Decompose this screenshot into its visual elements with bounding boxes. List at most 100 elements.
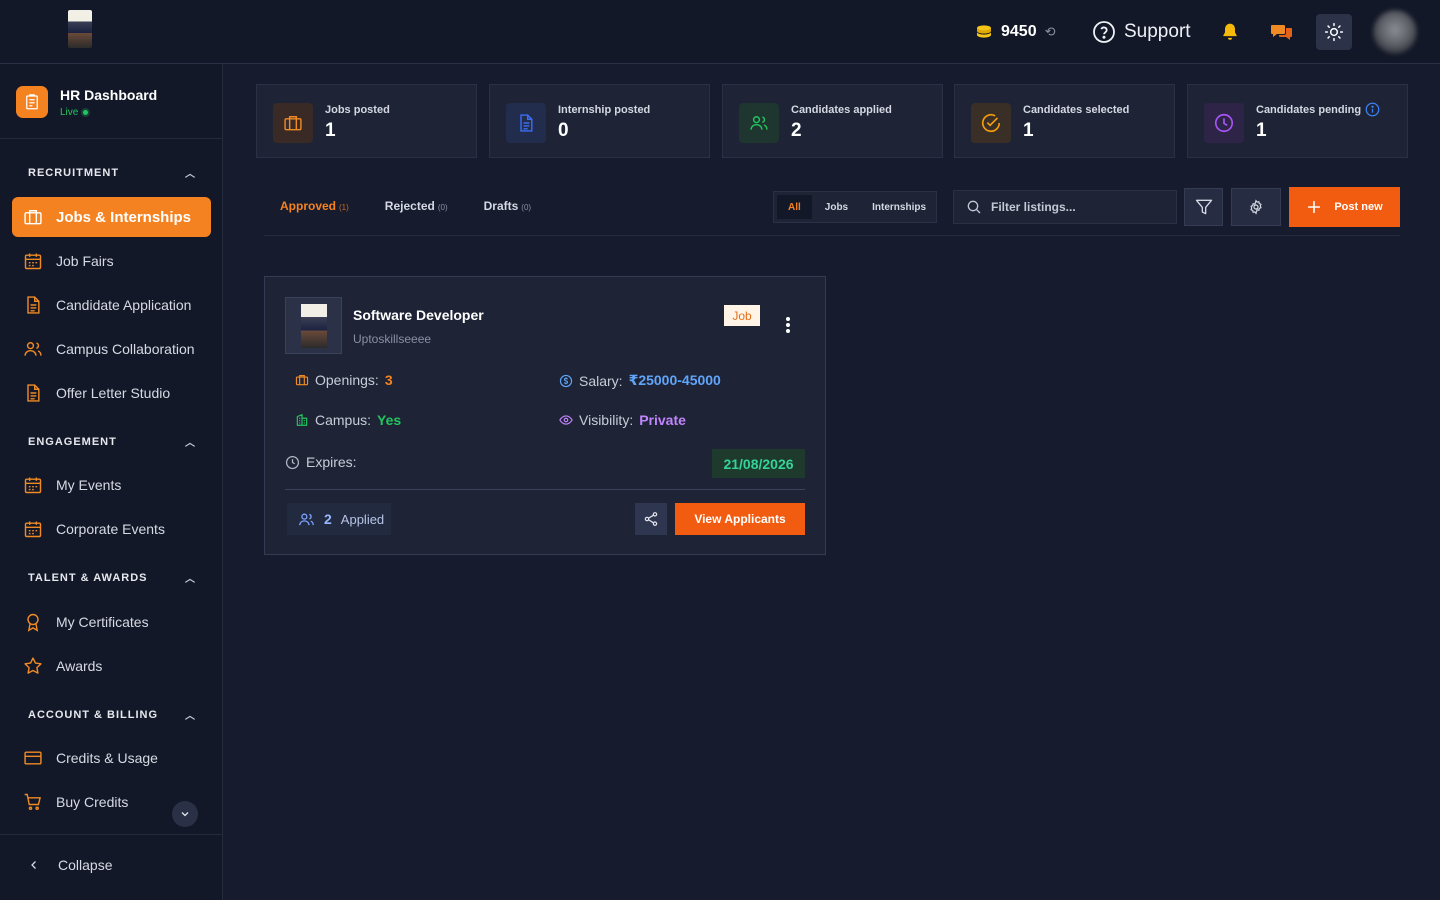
plus-icon [1308, 200, 1321, 214]
stat-label: Candidates pending [1256, 104, 1362, 116]
tab-approved[interactable]: Approved (1) [280, 199, 349, 213]
section-engagement[interactable]: ENGAGEMENT ︿ [28, 434, 196, 450]
certificate-icon [27, 613, 39, 632]
type-filter-jobs[interactable]: Jobs [814, 195, 859, 219]
listing-type-badge: Job [724, 305, 760, 326]
company-logo[interactable] [68, 10, 92, 48]
stat-label: Candidates selected [1023, 104, 1130, 116]
eye-icon [559, 415, 573, 425]
visibility-value: Private [639, 412, 686, 428]
top-bar: 9450 ⟲ Support [0, 0, 1440, 64]
stat-label: Internship posted [558, 104, 651, 116]
chevron-left-icon [31, 861, 36, 869]
stat-value: 1 [1023, 120, 1034, 141]
dashboard-brand: HR Dashboard Live [16, 86, 157, 118]
coins-icon [977, 25, 991, 38]
openings-field: Openings: 3 [295, 372, 393, 388]
collapse-sidebar-button[interactable]: Collapse [28, 857, 112, 873]
chevron-up-icon: ︿ [185, 438, 196, 449]
kebab-menu-icon [786, 317, 790, 333]
visibility-field: Visibility: Private [559, 412, 686, 428]
dollar-icon [559, 374, 573, 387]
campus-value: Yes [377, 412, 402, 428]
listing-title[interactable]: Software Developer [353, 307, 484, 323]
chat-icon [1271, 25, 1292, 40]
sidebar-item-my-events[interactable]: My Events [12, 465, 211, 505]
share-button[interactable] [635, 503, 667, 535]
briefcase-icon [24, 210, 42, 225]
search-input[interactable] [991, 200, 1161, 214]
notifications-button[interactable] [1218, 20, 1242, 44]
user-avatar[interactable] [1373, 10, 1417, 54]
settings-button[interactable] [1231, 188, 1281, 226]
sidebar-item-offer-letter-studio[interactable]: Offer Letter Studio [12, 373, 211, 413]
credit-card-icon [24, 751, 42, 765]
tab-drafts[interactable]: Drafts (0) [484, 199, 531, 213]
support-label: Support [1124, 21, 1191, 42]
brand-title: HR Dashboard [60, 87, 158, 103]
listing-thumbnail [285, 297, 342, 354]
applied-count-button[interactable]: 2 Applied [287, 503, 391, 535]
theme-toggle[interactable] [1316, 14, 1352, 50]
section-recruitment[interactable]: RECRUITMENT ︿ [28, 165, 196, 181]
stat-value: 0 [558, 120, 569, 141]
company-logo [300, 303, 327, 348]
more-options-button[interactable] [780, 314, 796, 336]
building-icon [296, 413, 308, 426]
bell-icon [1223, 23, 1237, 40]
view-applicants-button[interactable]: View Applicants [675, 503, 805, 535]
expires-field: Expires: [285, 454, 357, 470]
search-box [953, 190, 1177, 224]
type-filter-all[interactable]: All [777, 195, 812, 219]
filter-icon [1195, 199, 1212, 215]
stat-card-candidates-selected: Candidates selected 1 [954, 84, 1175, 158]
document-icon [27, 384, 40, 402]
campus-field: Campus: Yes [295, 412, 401, 428]
credits-balance[interactable]: 9450 ⟲ [975, 20, 1056, 44]
check-circle-icon [971, 103, 1011, 143]
sidebar-item-job-fairs[interactable]: Job Fairs [12, 241, 211, 281]
stat-card-candidates-applied: Candidates applied 2 [722, 84, 943, 158]
share-icon [644, 512, 658, 526]
users-icon [24, 342, 42, 356]
document-icon [27, 296, 40, 314]
post-new-button[interactable]: Post new [1289, 187, 1400, 227]
stat-card-jobs-posted: Jobs posted 1 [256, 84, 477, 158]
sidebar-item-corporate-events[interactable]: Corporate Events [12, 509, 211, 549]
users-icon [299, 513, 314, 525]
scroll-down-button[interactable] [172, 801, 198, 827]
sidebar-item-campus-collaboration[interactable]: Campus Collaboration [12, 329, 211, 369]
sidebar-item-my-certificates[interactable]: My Certificates [12, 602, 211, 642]
sidebar-divider [0, 138, 222, 139]
info-icon[interactable] [1365, 102, 1380, 117]
listing-card[interactable]: Software Developer Uptoskillseeee Job Op… [264, 276, 826, 555]
users-icon [739, 103, 779, 143]
messages-button[interactable] [1269, 20, 1295, 44]
filter-button[interactable] [1184, 188, 1223, 226]
tab-rejected[interactable]: Rejected (0) [385, 199, 448, 213]
stat-card-candidates-pending: Candidates pending 1 [1187, 84, 1408, 158]
briefcase-icon [273, 103, 313, 143]
section-talent-awards[interactable]: TALENT & AWARDS ︿ [28, 570, 196, 586]
salary-field: Salary: ₹25000-45000 [559, 372, 721, 389]
chevron-down-icon [181, 812, 189, 817]
chevron-up-icon: ︿ [185, 574, 196, 585]
briefcase-icon [295, 375, 309, 386]
document-icon [506, 103, 546, 143]
sun-icon [1324, 22, 1344, 42]
refresh-icon[interactable]: ⟲ [1045, 24, 1056, 40]
section-account-billing[interactable]: ACCOUNT & BILLING ︿ [28, 707, 196, 723]
sidebar-item-credits-usage[interactable]: Credits & Usage [12, 738, 211, 778]
clock-icon [285, 455, 300, 469]
type-filter-internships[interactable]: Internships [861, 195, 937, 219]
sidebar-item-jobs-internships[interactable]: Jobs & Internships [12, 197, 211, 237]
stat-value: 2 [791, 120, 802, 141]
support-link[interactable]: Support [1092, 19, 1191, 45]
sidebar-item-candidate-application[interactable]: Candidate Application [12, 285, 211, 325]
stat-value: 1 [1256, 120, 1267, 141]
sidebar-item-awards[interactable]: Awards [12, 646, 211, 686]
stat-label: Jobs posted [325, 104, 390, 116]
openings-value: 3 [384, 372, 393, 388]
stat-card-internship-posted: Internship posted 0 [489, 84, 710, 158]
clock-icon [1204, 103, 1244, 143]
